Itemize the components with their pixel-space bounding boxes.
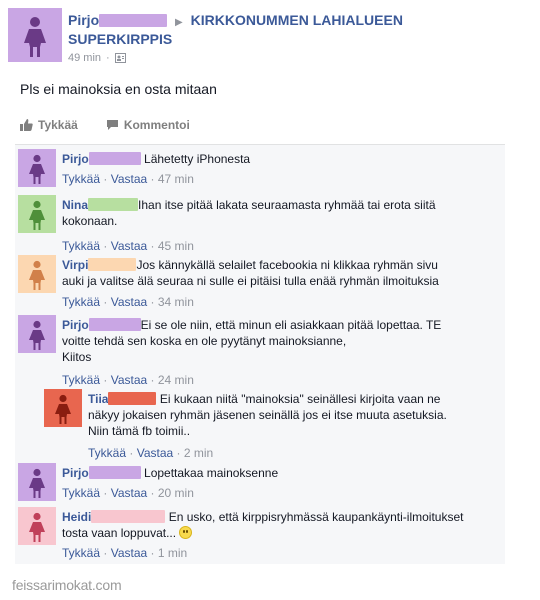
person-silhouette-icon [18, 507, 56, 545]
comment-time[interactable]: 20 min [158, 486, 194, 500]
smiley-icon [179, 526, 193, 539]
person-silhouette-icon [8, 8, 62, 62]
redaction-bar [88, 318, 141, 331]
comment-like-link[interactable]: Tykkää [62, 373, 100, 387]
facebook-post: Pirjo ▶ KIRKKONUMMEN LAHIALUEEN SUPERKIR… [0, 0, 540, 572]
person-silhouette-icon [18, 463, 56, 501]
arrow-right-icon: ▶ [175, 17, 183, 28]
commenter-name[interactable]: Pirjo [62, 466, 89, 480]
commenter-name[interactable]: Pirjo [62, 152, 89, 166]
commenter-name[interactable]: Virpi [62, 258, 88, 272]
comment-button[interactable]: Kommentoi [106, 118, 190, 132]
commenter-name[interactable]: Heidi [62, 510, 91, 524]
separator-dot: · [150, 172, 155, 186]
comment-reply-link[interactable]: Vastaa [111, 486, 147, 500]
comment-like-link[interactable]: Tykkää [62, 486, 100, 500]
comment-time[interactable]: 47 min [158, 172, 194, 186]
post-actions: Tykkää Kommentoi [20, 118, 190, 132]
comment-reply-link[interactable]: Vastaa [111, 239, 147, 253]
comment-text: Lopettakaa mainoksenne [144, 466, 279, 480]
comment-like-link[interactable]: Tykkää [62, 239, 100, 253]
comment-reply-link[interactable]: Vastaa [111, 172, 147, 186]
commenter-name[interactable]: Nina [62, 198, 88, 212]
comment-like-link[interactable]: Tykkää [88, 446, 126, 460]
post-meta: 49 min · [68, 52, 126, 64]
redaction-bar [108, 392, 157, 405]
comment-reply-link[interactable]: Vastaa [111, 295, 147, 309]
like-button[interactable]: Tykkää [20, 118, 78, 132]
separator-dot: · [150, 373, 155, 387]
person-silhouette-icon [18, 195, 56, 233]
separator-dot: · [103, 486, 108, 500]
redaction-bar [88, 198, 139, 211]
comment-time[interactable]: 45 min [158, 239, 194, 253]
separator-dot: · [103, 172, 108, 186]
comment-time[interactable]: 2 min [184, 446, 213, 460]
comment-like-link[interactable]: Tykkää [62, 295, 100, 309]
comment-reply-link[interactable]: Vastaa [137, 446, 173, 460]
commenter-name[interactable]: Tiia [88, 392, 108, 406]
post-time[interactable]: 49 min [68, 52, 101, 64]
commenter-avatar[interactable] [18, 463, 56, 501]
separator-dot: · [103, 295, 108, 309]
separator-dot: · [106, 52, 110, 64]
author-avatar[interactable] [8, 8, 62, 62]
comment-time[interactable]: 1 min [158, 546, 187, 560]
audience-icon[interactable] [114, 53, 126, 63]
comment-text-line2: Kiitos [62, 350, 92, 364]
comment-like-link[interactable]: Tykkää [62, 546, 100, 560]
comment-time[interactable]: 34 min [158, 295, 194, 309]
separator-dot: · [103, 373, 108, 387]
comment-time[interactable]: 24 min [158, 373, 194, 387]
commenter-avatar[interactable] [18, 149, 56, 187]
redaction-bar [88, 152, 141, 165]
comment-text: Lähetetty iPhonesta [144, 152, 251, 166]
like-thumb-icon [20, 119, 33, 131]
separator-dot: · [150, 239, 155, 253]
person-silhouette-icon [18, 315, 56, 353]
comment-label: Kommentoi [123, 118, 190, 132]
comment-like-link[interactable]: Tykkää [62, 172, 100, 186]
comment-reply-link[interactable]: Vastaa [111, 373, 147, 387]
commenter-avatar[interactable] [18, 315, 56, 353]
post-header: Pirjo ▶ KIRKKONUMMEN LAHIALUEEN [68, 12, 403, 31]
watermark: feissarimokat.com [12, 577, 122, 593]
commenter-avatar[interactable] [18, 507, 56, 545]
redaction-bar [99, 14, 168, 27]
group-name-continued[interactable]: SUPERKIRPPIS [68, 31, 172, 47]
like-label: Tykkää [38, 118, 78, 132]
separator-dot: · [150, 486, 155, 500]
person-silhouette-icon [44, 389, 82, 427]
post-text: Pls ei mainoksia en osta mitaan [20, 81, 217, 97]
group-name[interactable]: KIRKKONUMMEN LAHIALUEEN [191, 12, 403, 28]
separator-dot: · [150, 546, 155, 560]
separator-dot: · [103, 546, 108, 560]
separator-dot: · [176, 446, 181, 460]
commenter-avatar[interactable] [44, 389, 82, 427]
separator-dot: · [129, 446, 134, 460]
redaction-bar [91, 510, 166, 523]
comment-reply-link[interactable]: Vastaa [111, 546, 147, 560]
comment-bubble-icon [106, 120, 118, 130]
commenter-avatar[interactable] [18, 255, 56, 293]
comments-section: Pirjo Lähetetty iPhonesta Tykkää · Vasta… [15, 144, 505, 564]
redaction-bar [88, 466, 141, 479]
author-name[interactable]: Pirjo [68, 12, 99, 28]
person-silhouette-icon [18, 255, 56, 293]
separator-dot: · [150, 295, 155, 309]
separator-dot: · [103, 239, 108, 253]
redaction-bar [88, 258, 137, 271]
commenter-avatar[interactable] [18, 195, 56, 233]
commenter-name[interactable]: Pirjo [62, 318, 89, 332]
person-silhouette-icon [18, 149, 56, 187]
